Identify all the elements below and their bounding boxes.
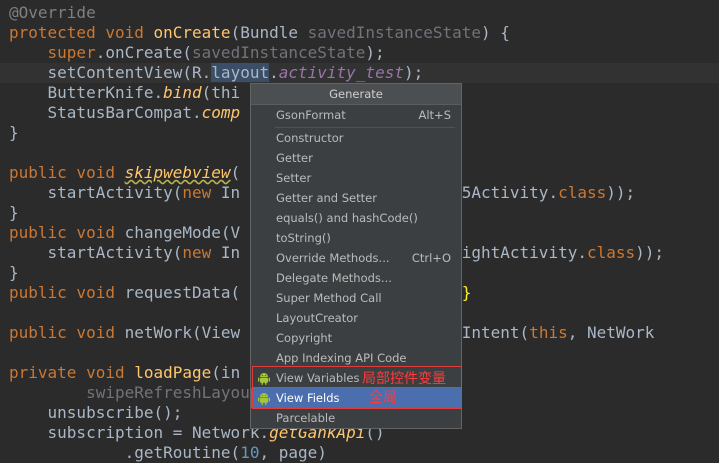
code-token: new <box>182 243 221 262</box>
menu-item-layoutcreator[interactable]: LayoutCreator <box>251 308 461 328</box>
menu-item-tostring[interactable]: toString() <box>251 228 461 248</box>
menu-item-label: Constructor <box>276 131 344 145</box>
code-token: protected void <box>9 23 154 42</box>
menu-item-label: GsonFormat <box>276 108 346 122</box>
menu-item-app-indexing[interactable]: App Indexing API Code <box>251 348 461 368</box>
code-token: activity_test <box>278 63 404 82</box>
code-line[interactable]: .getRoutine(10, page) <box>9 443 664 463</box>
code-token: public void <box>9 283 125 302</box>
code-token: ); <box>365 43 385 62</box>
code-token: startActivity( <box>9 243 183 262</box>
menu-item-label: Super Method Call <box>276 291 382 305</box>
code-token: class <box>586 243 636 262</box>
code-token: } <box>9 263 19 282</box>
code-line[interactable]: @Override <box>9 3 664 23</box>
code-token: . <box>269 63 279 82</box>
code-token: .getRoutine( <box>9 443 241 462</box>
code-token: class <box>558 183 607 202</box>
code-token: onCreate <box>153 23 231 42</box>
menu-item-delegate-methods[interactable]: Delegate Methods... <box>251 268 461 288</box>
annotation-note-local: 局部控件变量 <box>362 371 446 387</box>
code-token: setContentView(R. <box>9 63 212 82</box>
code-token: (Bundle <box>230 23 308 42</box>
code-token: unsubscribe(); <box>9 403 183 422</box>
menu-item-equals-hashcode[interactable]: equals() and hashCode() <box>251 208 461 228</box>
menu-item-label: Getter and Setter <box>276 191 377 205</box>
code-token: netWork(View <box>124 323 241 342</box>
menu-item-shortcut: Alt+S <box>418 108 451 122</box>
code-token: requestData( <box>124 283 241 302</box>
menu-item-label: Parcelable <box>276 411 336 425</box>
code-token: StatusBarCompat. <box>9 103 202 122</box>
code-token: (thi <box>201 83 241 102</box>
menu-item-override-methods[interactable]: Override Methods... Ctrl+O <box>251 248 461 268</box>
menu-item-label: LayoutCreator <box>276 311 358 325</box>
code-token: loadPage <box>134 363 212 382</box>
code-token: swipeRefreshLayout <box>9 383 260 402</box>
code-token: super <box>47 43 96 62</box>
code-token: 10 <box>240 443 260 462</box>
menu-item-label: toString() <box>276 231 331 245</box>
code-token: bind <box>163 83 202 102</box>
menu-item-super-method-call[interactable]: Super Method Call <box>251 288 461 308</box>
menu-item-label: App Indexing API Code <box>276 351 407 365</box>
code-token: } <box>9 203 19 222</box>
code-token: savedInstanceState <box>192 43 366 62</box>
code-token: )); <box>635 243 665 262</box>
code-line[interactable]: setContentView(R.layout.activity_test); <box>9 63 664 83</box>
code-token: , page) <box>259 443 327 462</box>
code-token: } <box>9 123 19 142</box>
menu-item-setter[interactable]: Setter <box>251 168 461 188</box>
annotation-note-global: 全局 <box>369 390 397 406</box>
code-token: @Override <box>9 3 96 22</box>
code-token: (in <box>211 363 241 382</box>
popup-title: Generate <box>251 84 461 105</box>
code-token: new <box>182 183 221 202</box>
menu-item-parcelable[interactable]: Parcelable <box>251 408 461 428</box>
code-line[interactable]: protected void onCreate(Bundle savedInst… <box>9 23 664 43</box>
code-token: layout <box>211 63 270 82</box>
code-line[interactable]: super.onCreate(savedInstanceState); <box>9 43 664 63</box>
menu-item-getter[interactable]: Getter <box>251 148 461 168</box>
code-token: comp <box>201 103 241 122</box>
menu-item-label: Copyright <box>276 331 333 345</box>
code-token: Intent( <box>461 323 530 342</box>
code-token: startActivity( <box>9 183 183 202</box>
code-token: ) { <box>481 23 510 42</box>
menu-item-label: Override Methods... <box>276 251 390 265</box>
code-token: public void <box>9 163 125 182</box>
menu-item-label: Setter <box>276 171 312 185</box>
code-token: , NetWork <box>567 323 655 342</box>
code-token: public void <box>9 323 125 342</box>
code-token: )); <box>606 183 636 202</box>
menu-item-getter-and-setter[interactable]: Getter and Setter <box>251 188 461 208</box>
code-token: public void <box>9 223 125 242</box>
menu-item-label: equals() and hashCode() <box>276 211 418 225</box>
code-token: .onCreate( <box>95 43 193 62</box>
menu-item-label: Getter <box>276 151 313 165</box>
menu-item-shortcut: Ctrl+O <box>411 251 451 265</box>
menu-item-copyright[interactable]: Copyright <box>251 328 461 348</box>
code-token: ButterKnife. <box>9 83 164 102</box>
code-token: ( <box>230 163 241 182</box>
code-token: changeMode(V <box>124 223 241 242</box>
code-token: this <box>529 323 568 342</box>
code-token: ); <box>403 63 424 82</box>
menu-item-constructor[interactable]: Constructor <box>251 128 461 148</box>
code-token: subscription = Network. <box>9 423 270 442</box>
menu-item-gsonformat[interactable]: GsonFormat Alt+S <box>251 105 461 125</box>
code-token: savedInstanceState <box>307 23 482 42</box>
annotation-box-view-fields <box>252 387 462 409</box>
code-token: skipwebview <box>124 163 231 182</box>
code-token: } <box>461 283 472 302</box>
code-token: private void <box>9 363 135 382</box>
menu-item-label: Delegate Methods... <box>276 271 392 285</box>
